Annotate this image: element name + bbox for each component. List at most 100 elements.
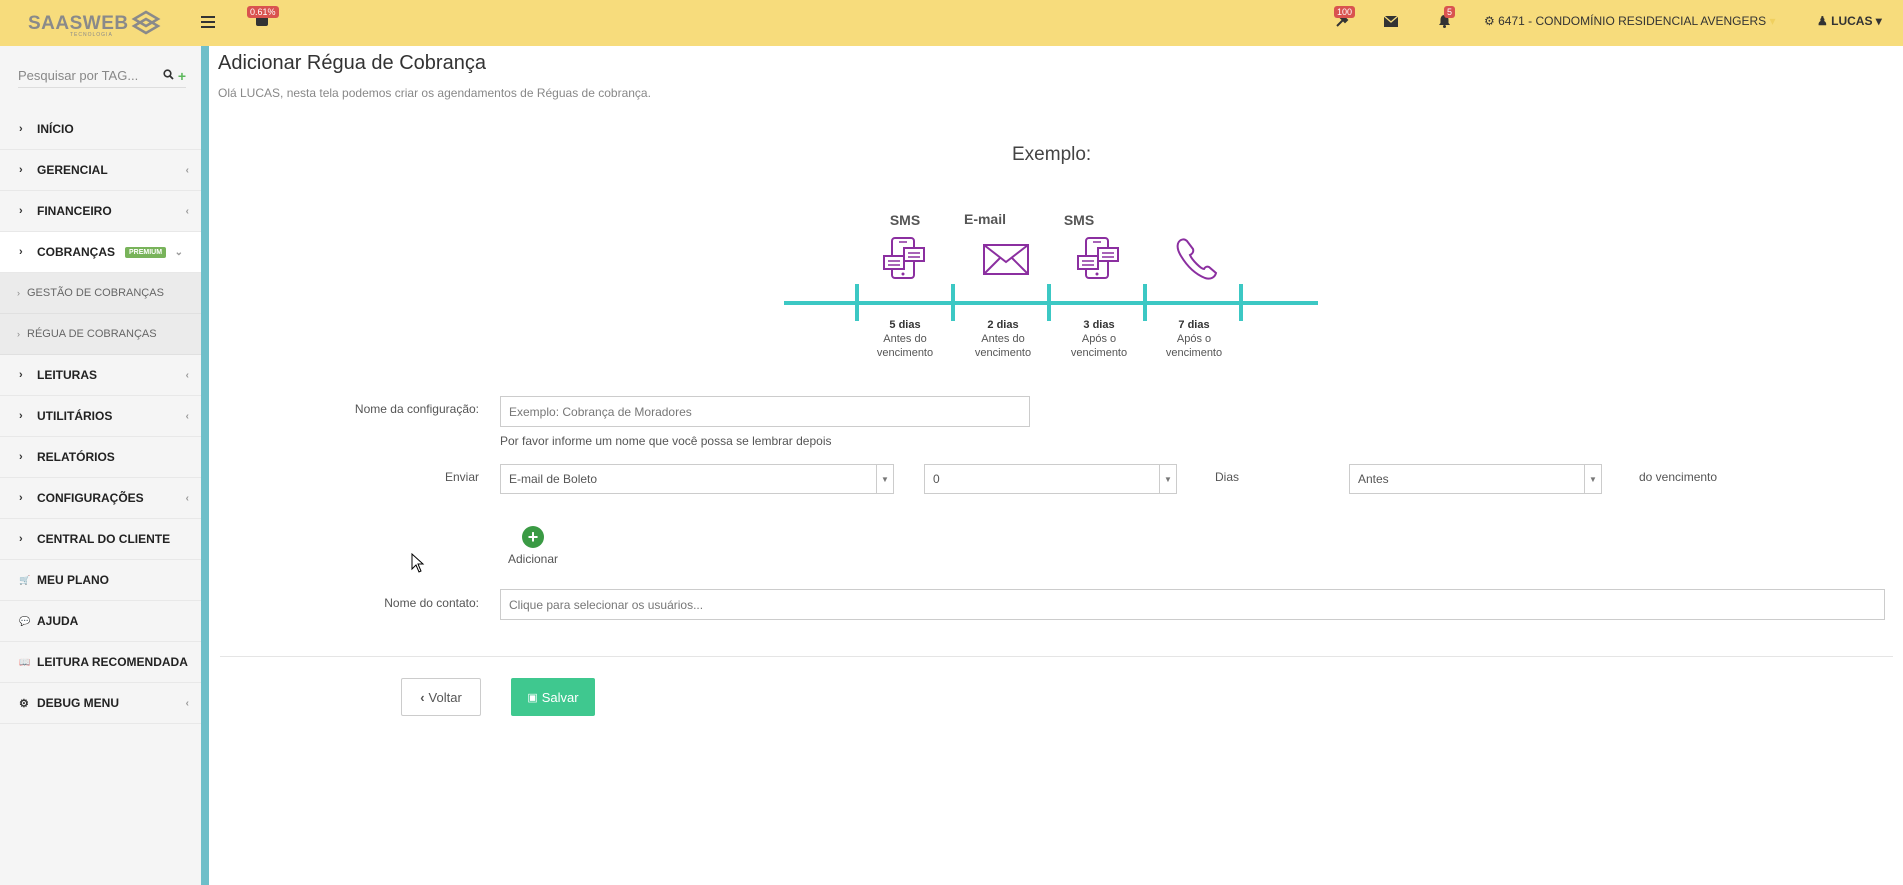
chevron-right-icon: › bbox=[19, 451, 23, 463]
logo-mark-icon bbox=[131, 10, 161, 35]
envelope-icon bbox=[983, 244, 1029, 275]
sidebar-scrollbar[interactable] bbox=[201, 46, 209, 885]
sidebar-item-meu-plano[interactable]: 🛒 MEU PLANO bbox=[0, 560, 201, 601]
sidebar-item-gerencial[interactable]: › GERENCIAL ‹ bbox=[0, 150, 201, 191]
chevron-down-icon: ⌄ bbox=[174, 246, 183, 258]
sidebar-item-ajuda[interactable]: 💬 AJUDA bbox=[0, 601, 201, 642]
sidebar-item-label: LEITURA RECOMENDADA bbox=[37, 655, 188, 669]
days-desc: Antes do bbox=[883, 333, 927, 345]
chevron-down-icon: ▼ bbox=[876, 465, 893, 493]
add-button[interactable]: + Adicionar bbox=[508, 526, 558, 566]
days-desc: vencimento bbox=[1070, 347, 1128, 359]
sidebar-item-relatorios[interactable]: › RELATÓRIOS bbox=[0, 437, 201, 478]
save-button[interactable]: ▣ Salvar bbox=[511, 678, 595, 716]
book-icon: 📖 bbox=[19, 656, 31, 667]
timeline-step-label: E-mail bbox=[963, 211, 1006, 227]
sidebar-item-label: AJUDA bbox=[37, 614, 79, 628]
main-content: Adicionar Régua de Cobrança Olá LUCAS, n… bbox=[209, 46, 1903, 885]
sidebar-item-leitura-recomendada[interactable]: 📖 LEITURA RECOMENDADA bbox=[0, 642, 201, 683]
sidebar-search[interactable]: Pesquisar por TAG... + bbox=[18, 64, 186, 88]
sidebar-nav: › INÍCIO › GERENCIAL ‹ › FINANCEIRO ‹ › … bbox=[0, 109, 201, 724]
send-type-select[interactable]: E-mail de Boleto ▼ bbox=[500, 464, 894, 494]
config-name-input[interactable]: Exemplo: Cobrança de Moradores bbox=[500, 396, 1030, 427]
tools-badge: 100 bbox=[1334, 6, 1356, 18]
sidebar-item-label: LEITURAS bbox=[37, 368, 97, 382]
sidebar-item-label: UTILITÁRIOS bbox=[37, 409, 113, 423]
days-value: 2 dias bbox=[987, 319, 1019, 331]
add-tag-icon[interactable]: + bbox=[178, 68, 186, 84]
sidebar-item-label: DEBUG MENU bbox=[37, 696, 120, 710]
comments-icon: 💬 bbox=[19, 615, 31, 626]
chevron-right-icon: › bbox=[19, 533, 23, 545]
sidebar-item-regua-cobrancas[interactable]: › RÉGUA DE COBRANÇAS bbox=[0, 314, 201, 355]
phone-sms-icon bbox=[883, 237, 925, 279]
contact-name-input[interactable]: Clique para selecionar os usuários... bbox=[500, 589, 1885, 620]
sidebar-item-label: CENTRAL DO CLIENTE bbox=[37, 532, 171, 546]
timeline-line bbox=[784, 284, 1318, 321]
chevron-left-icon: ‹ bbox=[185, 369, 189, 381]
page-subtitle: Olá LUCAS, nesta tela podemos criar os a… bbox=[218, 86, 651, 100]
send-label: Enviar bbox=[444, 470, 479, 484]
page-title: Adicionar Régua de Cobrança bbox=[218, 52, 486, 74]
days-desc: vencimento bbox=[1165, 347, 1223, 359]
days-value: 5 dias bbox=[889, 319, 921, 331]
sidebar-item-leituras[interactable]: › LEITURAS ‹ bbox=[0, 355, 201, 396]
sidebar-item-inicio[interactable]: › INÍCIO bbox=[0, 109, 201, 150]
sidebar-item-gestao-cobrancas[interactable]: › GESTÃO DE COBRANÇAS bbox=[0, 273, 201, 314]
sidebar-item-label: COBRANÇAS bbox=[37, 245, 115, 259]
logo-subtext: TECNOLOGIA bbox=[70, 32, 113, 38]
cart-badge: 0.61% bbox=[247, 6, 279, 18]
sidebar-item-debug-menu[interactable]: ⚙ DEBUG MENU ‹ bbox=[0, 683, 201, 724]
divider bbox=[220, 656, 1893, 657]
sidebar-item-configuracoes[interactable]: › CONFIGURAÇÕES ‹ bbox=[0, 478, 201, 519]
timeline-step-days: 5 dias Antes do vencimento bbox=[860, 318, 950, 360]
back-button[interactable]: ‹ Voltar bbox=[401, 678, 481, 716]
sidebar-item-utilitarios[interactable]: › UTILITÁRIOS ‹ bbox=[0, 396, 201, 437]
add-label: Adicionar bbox=[508, 552, 559, 566]
plus-circle-icon: + bbox=[522, 526, 545, 548]
contact-name-label: Nome do contato: bbox=[384, 596, 479, 610]
chevron-left-icon: ‹ bbox=[185, 410, 189, 422]
sidebar-item-label: GESTÃO DE COBRANÇAS bbox=[27, 287, 164, 299]
phone-sms-icon bbox=[1077, 237, 1119, 279]
sidebar-item-label: CONFIGURAÇÕES bbox=[37, 491, 144, 505]
days-desc: Após o bbox=[1081, 333, 1117, 345]
sidebar-item-label: INÍCIO bbox=[37, 122, 74, 136]
gear-icon: ⚙ bbox=[1484, 14, 1495, 28]
timeline-step-label: SMS bbox=[889, 212, 921, 228]
mouse-cursor-icon bbox=[411, 553, 425, 573]
when-select[interactable]: Antes ▼ bbox=[1349, 464, 1602, 494]
days-desc: vencimento bbox=[974, 347, 1032, 359]
timeline-step-days: 2 dias Antes do vencimento bbox=[958, 318, 1048, 360]
chevron-right-icon: › bbox=[19, 410, 23, 422]
chevron-right-icon: › bbox=[19, 492, 23, 504]
search-input[interactable]: Pesquisar por TAG... bbox=[18, 68, 159, 83]
days-select[interactable]: 0 ▼ bbox=[924, 464, 1177, 494]
chevron-right-icon: › bbox=[19, 369, 23, 381]
sidebar-item-financeiro[interactable]: › FINANCEIRO ‹ bbox=[0, 191, 201, 232]
chevron-right-icon: › bbox=[17, 288, 20, 298]
chevron-left-icon: ‹ bbox=[185, 697, 189, 709]
condo-selector[interactable]: ⚙ 6471 - CONDOMÍNIO RESIDENCIAL AVENGERS… bbox=[1484, 14, 1776, 28]
chevron-down-icon: ▼ bbox=[1159, 465, 1176, 493]
sidebar: Pesquisar por TAG... + › INÍCIO › GERENC… bbox=[0, 46, 201, 885]
envelope-icon[interactable] bbox=[1383, 14, 1399, 30]
sidebar-item-label: MEU PLANO bbox=[37, 573, 109, 587]
days-desc: Após o bbox=[1176, 333, 1212, 345]
days-label: Dias bbox=[1215, 470, 1240, 484]
chevron-right-icon: › bbox=[19, 164, 23, 176]
chevron-right-icon: › bbox=[17, 329, 20, 339]
chevron-right-icon: › bbox=[19, 246, 23, 258]
sidebar-item-label: GERENCIAL bbox=[37, 163, 108, 177]
user-menu[interactable]: ♟ LUCAS ▾ bbox=[1817, 14, 1882, 28]
logo[interactable]: SAASWEB TECNOLOGIA bbox=[28, 9, 161, 39]
sidebar-item-central-cliente[interactable]: › CENTRAL DO CLIENTE bbox=[0, 519, 201, 560]
chevron-right-icon: › bbox=[19, 123, 23, 135]
menu-toggle-icon[interactable] bbox=[201, 14, 215, 30]
sidebar-item-label: FINANCEIRO bbox=[37, 204, 112, 218]
chevron-left-icon: ‹ bbox=[420, 689, 425, 705]
sidebar-item-cobrancas[interactable]: › COBRANÇAS PREMIUM ⌄ bbox=[0, 232, 201, 273]
search-icon[interactable] bbox=[163, 68, 174, 83]
gear-icon: ⚙ bbox=[19, 697, 29, 710]
config-name-label: Nome da configuração: bbox=[354, 402, 479, 416]
